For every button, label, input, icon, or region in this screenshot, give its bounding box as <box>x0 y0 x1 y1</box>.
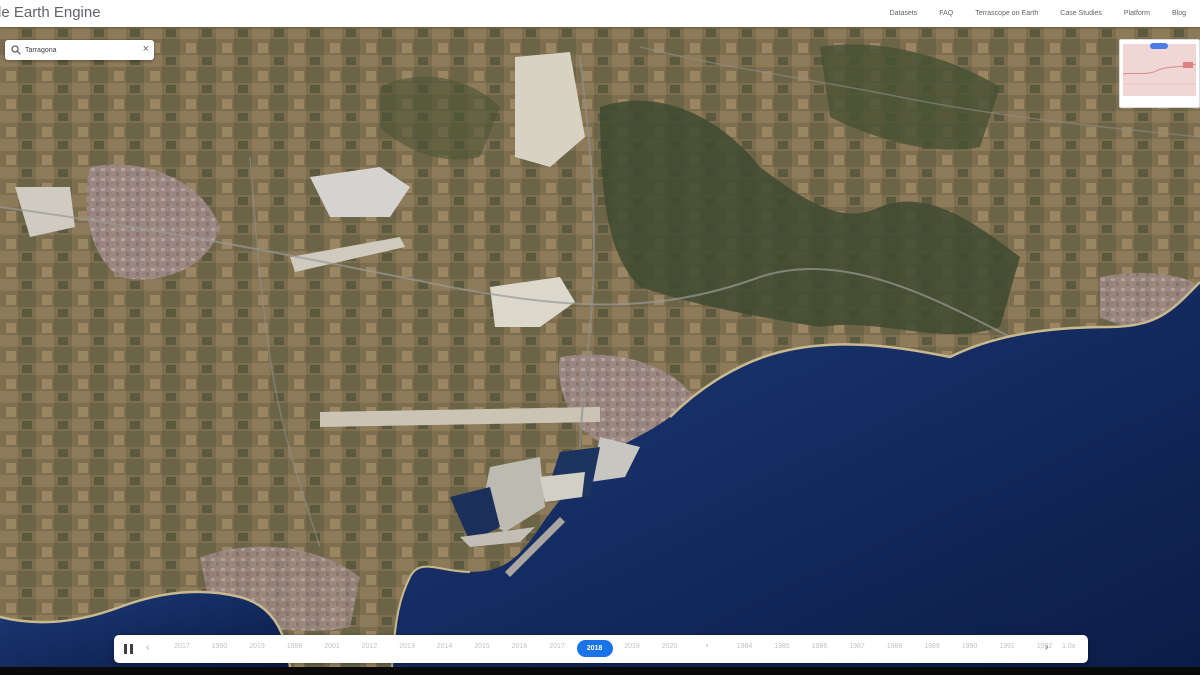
next-year-button[interactable]: › <box>1045 642 1048 653</box>
timeline-year[interactable]: 2019 <box>614 643 650 650</box>
minimap-chart <box>1122 62 1197 85</box>
nav-case-studies[interactable]: Case Studies <box>1060 10 1102 17</box>
timeline-year[interactable]: 2017 <box>164 643 200 650</box>
top-nav: Datasets FAQ Terrascope on Earth Case St… <box>890 0 1186 27</box>
timeline-year[interactable]: 2020 <box>652 643 688 650</box>
nav-blog[interactable]: Blog <box>1172 10 1186 17</box>
timeline-year[interactable]: 1986 <box>802 643 838 650</box>
timeline-year[interactable]: 1985 <box>764 643 800 650</box>
timeline-year[interactable]: 1987 <box>839 643 875 650</box>
timeline-year[interactable]: 1998 <box>277 643 313 650</box>
nav-faq[interactable]: FAQ <box>939 10 953 17</box>
timeline-year[interactable]: 1991 <box>989 643 1025 650</box>
timeline-year[interactable]: 2012 <box>352 643 388 650</box>
timeline-year[interactable]: 2013 <box>389 643 425 650</box>
satellite-imagery <box>0 27 1200 667</box>
timeline-year[interactable]: 2001 <box>314 643 350 650</box>
speed-control[interactable]: 1.0x <box>1062 643 1075 650</box>
search-input[interactable] <box>25 46 129 54</box>
timeline-year[interactable]: 1989 <box>914 643 950 650</box>
timeline-year[interactable]: 2015 <box>464 643 500 650</box>
search-icon <box>11 45 21 55</box>
year-list: 2017 1990 2019 1998 2001 2012 2013 2014 2015 2016… <box>164 635 1052 663</box>
timeline-year[interactable]: 1990 <box>952 643 988 650</box>
timeline-year[interactable]: • <box>689 643 725 650</box>
previous-year-button[interactable]: ‹ <box>146 642 149 653</box>
pause-icon[interactable] <box>124 644 134 654</box>
nav-timelapse[interactable]: Terrascope on Earth <box>975 10 1038 17</box>
top-bar: le Earth Engine Datasets FAQ Terrascope … <box>0 0 1200 27</box>
close-icon[interactable]: × <box>143 44 149 55</box>
minimap-panel[interactable] <box>1119 39 1200 108</box>
timeline-year[interactable]: 1984 <box>727 643 763 650</box>
timeline-year[interactable]: 1988 <box>877 643 913 650</box>
search-box: × <box>5 40 154 60</box>
bottom-strip <box>0 667 1200 675</box>
timeline-year[interactable]: 2017 <box>539 643 575 650</box>
minimap-preview <box>1122 44 1197 96</box>
timeline-bar: ‹ 2017 1990 2019 1998 2001 2012 2013 2014 2015 20… <box>114 635 1088 663</box>
timeline-year[interactable]: 2016 <box>502 643 538 650</box>
app-title[interactable]: le Earth Engine <box>0 4 101 21</box>
minimap-toggle[interactable] <box>1150 43 1168 49</box>
satellite-map[interactable] <box>0 27 1200 667</box>
timeline-year[interactable]: 2014 <box>427 643 463 650</box>
timeline-year[interactable]: 2019 <box>239 643 275 650</box>
timeline-year[interactable]: 1990 <box>202 643 238 650</box>
nav-platform[interactable]: Platform <box>1124 10 1150 17</box>
nav-datasets[interactable]: Datasets <box>890 10 918 17</box>
timeline-year[interactable]: 2018 <box>576 640 613 657</box>
